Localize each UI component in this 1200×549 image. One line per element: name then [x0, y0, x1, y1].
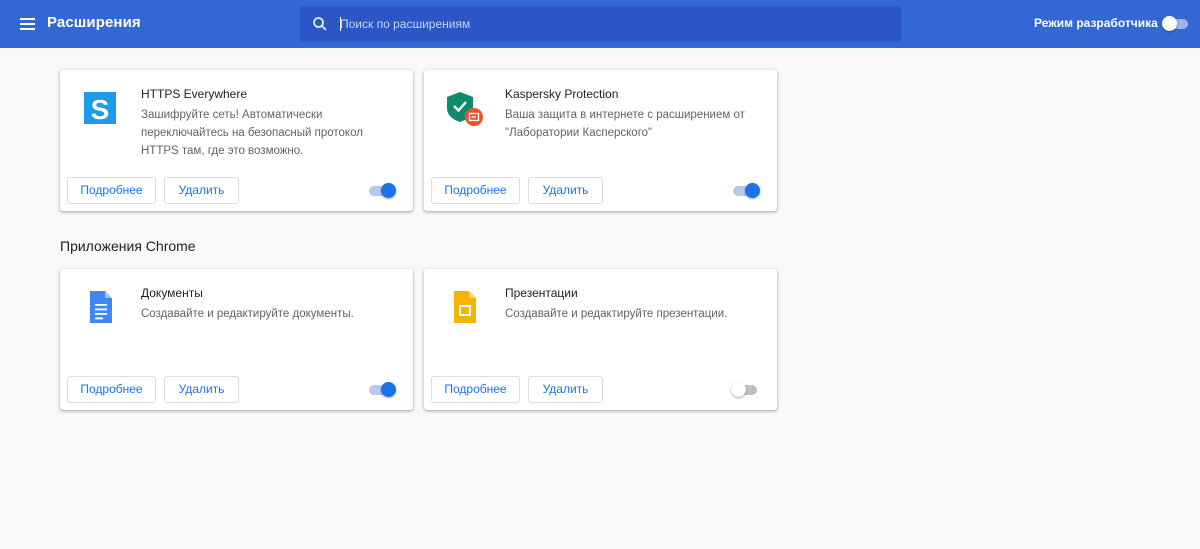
https-everywhere-icon: S: [84, 92, 116, 125]
kaspersky-protection-icon: [447, 92, 483, 126]
app-name: Презентации: [505, 286, 578, 300]
top-bar: Расширения Режим разработчика: [0, 0, 1200, 48]
app-description: Создавайте и редактируйте презентации.: [505, 308, 728, 320]
extension-name: Kaspersky Protection: [505, 87, 619, 101]
developer-mode-label: Режим разработчика: [1034, 16, 1158, 30]
search-icon[interactable]: [312, 16, 328, 32]
extension-name: HTTPS Everywhere: [141, 87, 248, 101]
remove-button[interactable]: Удалить: [528, 177, 603, 204]
app-name: Документы: [141, 286, 203, 300]
extension-card-kaspersky: Kaspersky Protection Ваша защита в интер…: [424, 70, 777, 211]
enable-toggle[interactable]: [731, 183, 760, 198]
apps-section-title: Приложения Chrome: [60, 238, 196, 254]
details-button[interactable]: Подробнее: [67, 376, 156, 403]
developer-mode-toggle[interactable]: [1162, 16, 1190, 31]
extension-description: Зашифруйте сеть! Автоматически переключа…: [141, 109, 363, 157]
details-button[interactable]: Подробнее: [431, 177, 520, 204]
details-button[interactable]: Подробнее: [431, 376, 520, 403]
search-box[interactable]: [300, 6, 901, 42]
app-card-slides: Презентации Создавайте и редактируйте пр…: [424, 269, 777, 410]
app-card-docs: Документы Создавайте и редактируйте доку…: [60, 269, 413, 410]
google-slides-icon: [454, 291, 476, 323]
enable-toggle[interactable]: [367, 382, 396, 397]
svg-text:S: S: [91, 94, 110, 125]
search-input[interactable]: [340, 6, 880, 42]
extension-card-https-everywhere: S HTTPS Everywhere Зашифруйте сеть! Авто…: [60, 70, 413, 211]
details-button[interactable]: Подробнее: [67, 177, 156, 204]
remove-button[interactable]: Удалить: [164, 177, 239, 204]
google-docs-icon: [90, 291, 112, 323]
enable-toggle[interactable]: [367, 183, 396, 198]
remove-button[interactable]: Удалить: [164, 376, 239, 403]
app-description: Создавайте и редактируйте документы.: [141, 308, 354, 320]
menu-icon[interactable]: [16, 12, 40, 36]
extension-description: Ваша защита в интернете с расширением от…: [505, 109, 745, 139]
page-title: Расширения: [47, 14, 141, 31]
enable-toggle[interactable]: [731, 382, 759, 397]
remove-button[interactable]: Удалить: [528, 376, 603, 403]
